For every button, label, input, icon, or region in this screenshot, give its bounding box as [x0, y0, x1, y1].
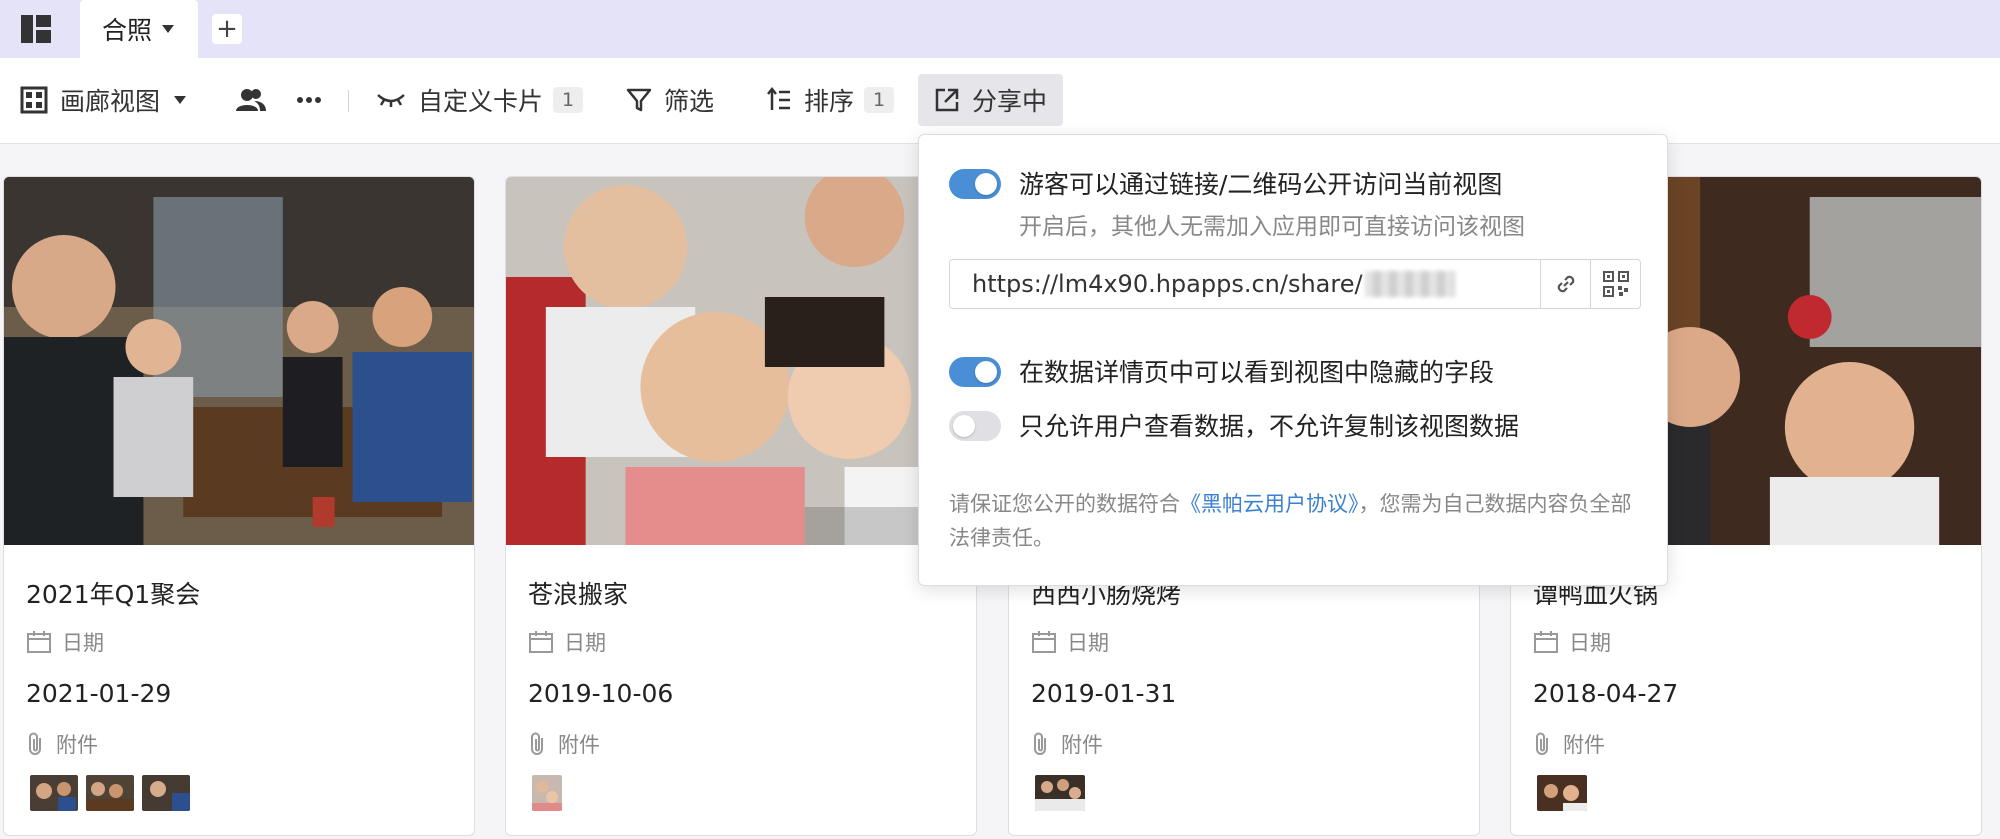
paperclip-icon [531, 732, 543, 755]
sort-label: 排序 [804, 87, 855, 116]
date-label-text: 日期 [1067, 631, 1109, 655]
calendar-icon [1032, 631, 1056, 653]
copy-link-button[interactable] [1540, 260, 1590, 308]
date-value: 2019-01-31 [1031, 679, 1177, 708]
date-field-label: 日期 [1031, 627, 1109, 657]
top-tab-bar: 合照 + [0, 0, 2000, 58]
chevron-down-icon [162, 25, 175, 33]
public-access-label: 游客可以通过链接/二维码公开访问当前视图 [1019, 170, 1503, 199]
date-field-label: 日期 [26, 627, 104, 657]
attach-label-text: 附件 [1061, 733, 1103, 757]
custom-card-button[interactable]: 自定义卡片 1 [376, 74, 584, 126]
date-label-text: 日期 [62, 631, 104, 655]
attach-label-text: 附件 [558, 733, 600, 757]
attachment-thumbnails [532, 775, 562, 811]
attachment-thumbnail[interactable] [86, 775, 134, 811]
gallery-card[interactable]: 苍浪搬家 日期 2019-10-06 附件 [505, 176, 977, 836]
hidden-fields-label: 在数据详情页中可以看到视图中隐藏的字段 [1019, 358, 1495, 387]
card-title: 苍浪搬家 [528, 580, 629, 609]
view-only-label: 只允许用户查看数据，不允许复制该视图数据 [1019, 412, 1520, 441]
more-button[interactable] [296, 74, 322, 126]
attachment-field-label: 附件 [1533, 729, 1605, 759]
tab-group-photo[interactable]: 合照 [80, 0, 198, 58]
calendar-icon [529, 631, 553, 653]
layout-icon[interactable] [18, 12, 54, 46]
date-field-label: 日期 [1533, 627, 1611, 657]
attachment-thumbnails [1537, 775, 1587, 811]
attach-label-text: 附件 [1563, 733, 1605, 757]
legal-notice: 请保证您公开的数据符合《黑帕云用户协议》，您需为自己数据内容负全部法律责任。 [949, 487, 1649, 555]
toggle-knob [953, 415, 975, 437]
paperclip-icon [29, 732, 41, 755]
members-button[interactable] [236, 74, 266, 126]
card-title: 2021年Q1聚会 [26, 580, 201, 609]
paperclip-icon [1034, 732, 1046, 755]
sort-count: 1 [864, 87, 895, 113]
date-value: 2018-04-27 [1533, 679, 1679, 708]
public-access-description: 开启后，其他人无需加入应用即可直接访问该视图 [1019, 214, 1525, 240]
filter-icon [626, 88, 652, 112]
view-label: 画廊视图 [60, 87, 161, 116]
date-label-text: 日期 [564, 631, 606, 655]
filter-button[interactable]: 筛选 [626, 74, 714, 126]
toolbar-divider [348, 90, 349, 112]
share-link-text: https://lm4x90.hpapps.cn/share/ [972, 270, 1363, 298]
share-link-field: https://lm4x90.hpapps.cn/share/ [949, 259, 1641, 309]
hidden-fields-toggle[interactable] [949, 357, 1001, 387]
attachment-field-label: 附件 [26, 729, 98, 759]
custom-card-label: 自定义卡片 [418, 87, 544, 116]
gallery-card[interactable]: 2021年Q1聚会 日期 2021-01-29 附件 [3, 176, 475, 836]
filter-label: 筛选 [664, 87, 715, 116]
sort-icon [767, 87, 790, 110]
attachment-thumbnails [1035, 775, 1085, 811]
qrcode-button[interactable] [1590, 260, 1640, 308]
paperclip-icon [1536, 732, 1548, 755]
view-switcher[interactable]: 画廊视图 [20, 74, 187, 126]
attachment-field-label: 附件 [1031, 729, 1103, 759]
notice-text-before: 请保证您公开的数据符合 [949, 492, 1180, 516]
date-field-label: 日期 [528, 627, 606, 657]
tab-label: 合照 [102, 16, 153, 45]
attachment-thumbnail[interactable] [532, 775, 562, 811]
card-cover-photo [506, 177, 976, 545]
share-link-url[interactable]: https://lm4x90.hpapps.cn/share/ [950, 260, 1540, 308]
custom-card-count: 1 [553, 87, 584, 113]
user-agreement-link[interactable]: 《黑帕云用户协议》 [1180, 492, 1359, 516]
share-external-icon [935, 88, 959, 112]
more-icon [297, 97, 321, 103]
public-access-toggle[interactable] [949, 169, 1001, 199]
share-settings-popup: 游客可以通过链接/二维码公开访问当前视图 开启后，其他人无需加入应用即可直接访问… [918, 134, 1668, 586]
date-label-text: 日期 [1569, 631, 1611, 655]
card-cover-photo [4, 177, 474, 545]
date-value: 2021-01-29 [26, 679, 172, 708]
redacted-link-id [1364, 271, 1455, 297]
toggle-knob [975, 173, 997, 195]
sort-button[interactable]: 排序 1 [766, 74, 895, 126]
calendar-icon [27, 631, 51, 653]
link-icon [1557, 275, 1574, 293]
attachment-thumbnail[interactable] [1537, 775, 1587, 811]
share-label: 分享中 [972, 87, 1048, 116]
qrcode-icon [1602, 271, 1629, 297]
attachment-field-label: 附件 [528, 729, 600, 759]
view-toolbar: 画廊视图 自定义卡片 1 筛选 排序 1 分享中 [0, 58, 2000, 144]
chevron-down-icon [174, 96, 187, 104]
add-tab-button[interactable]: + [212, 14, 242, 44]
date-value: 2019-10-06 [528, 679, 674, 708]
gallery-grid-icon [20, 86, 48, 114]
attachment-thumbnail[interactable] [1035, 775, 1085, 811]
attach-label-text: 附件 [56, 733, 98, 757]
share-button[interactable]: 分享中 [918, 74, 1064, 126]
users-icon [236, 89, 266, 111]
attachment-thumbnail[interactable] [30, 775, 78, 811]
calendar-icon [1534, 631, 1558, 653]
attachment-thumbnails [30, 775, 190, 811]
view-only-toggle[interactable] [949, 411, 1001, 441]
toggle-knob [975, 361, 997, 383]
attachment-thumbnail[interactable] [142, 775, 190, 811]
eye-closed-icon [377, 94, 405, 107]
